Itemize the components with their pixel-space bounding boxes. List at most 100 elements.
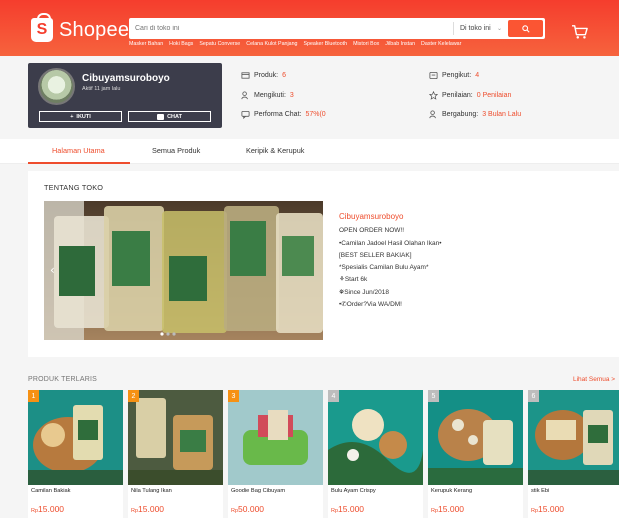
about-shop-name: Cibuyamsuroboyo [339,212,404,221]
currency: Rp [331,508,339,514]
star-icon [429,91,438,100]
active-tab-indicator [28,162,130,164]
product-image [228,390,323,485]
stat-followers-label: Pengikut: [442,72,472,79]
product-title: Bulu Ayam Crispy [331,488,376,494]
product-price: Rp15.000 [531,504,564,514]
cart-icon[interactable] [571,24,589,40]
keyword-link[interactable]: Daster Kelelawar [421,41,461,47]
tab-home[interactable]: Halaman Utama [52,146,105,155]
search-bar: Di toko ini ⌄ [129,18,545,39]
product-image [128,390,223,485]
price-value: 15.000 [38,504,65,514]
shop-banner-image[interactable]: ‹ [44,201,323,340]
shopping-bag-icon: S [31,13,53,42]
svg-text:‹: ‹ [50,263,55,277]
shop-profile-card: Cibuyamsuroboyo Aktif 11 jam lalu + IKUT… [28,63,222,128]
price-value: 15.000 [138,504,165,514]
product-title: stik Ebi [531,488,550,494]
rank-badge: 3 [228,390,239,402]
tab-chips-crackers[interactable]: Keripik & Kerupuk [246,146,304,155]
product-image [28,390,123,485]
product-image [528,390,619,485]
about-shop-description: Cibuyamsuroboyo OPEN ORDER NOW!! •Camila… [339,211,441,311]
keyword-link[interactable]: Celana Kulot Panjang [246,41,297,47]
shopee-logo[interactable]: S Shopee [31,13,130,42]
stat-products: Produk: 6 [241,71,286,80]
product-card[interactable]: 6 stik Ebi Rp15.000 [528,390,619,518]
stat-following: Mengikuti: 3 [241,91,294,100]
search-scope-dropdown[interactable]: Di toko ini ⌄ [453,22,508,35]
about-line: [BEST SELLER BAKIAK] [339,251,412,259]
about-line: *Spesialis Camilan Bulu Ayam* [339,264,429,272]
person-add-icon [241,91,248,100]
rank-badge: 1 [28,390,39,402]
keyword-link[interactable]: Hoki Bags [169,41,193,47]
product-card[interactable]: 1 Camilan Bakiak Rp15.000 [28,390,123,518]
follow-button[interactable]: + IKUTI [39,111,122,122]
stat-joined-label: Bergabung: [442,111,479,118]
keyword-link[interactable]: Sepatu Converse [199,41,240,47]
about-shop-section: TENTANG TOKO ‹ Cibuyamsuroboyo OPEN ORDE… [28,171,619,357]
chat-button[interactable]: CHAT [128,111,211,122]
currency: Rp [131,508,139,514]
plus-icon: + [70,113,74,120]
product-image [328,390,423,485]
product-card[interactable]: 5 Kerupuk Kerang Rp15.000 [428,390,523,518]
stat-ratings-value: 0 Penilaian [476,92,512,99]
brand-name: Shopee [59,18,130,41]
about-line: ⚘Start 6k [339,276,368,284]
keyword-link[interactable]: Mistori Box [353,41,379,47]
rank-badge: 5 [428,390,439,402]
product-image [428,390,523,485]
currency: Rp [531,508,539,514]
stat-joined: Bergabung: 3 Bulan Lalu [429,110,521,119]
person-check-icon [429,110,436,119]
price-value: 15.000 [438,504,465,514]
search-input[interactable] [129,18,453,39]
search-scope-label: Di toko ini [460,25,491,32]
price-value: 50.000 [238,504,265,514]
product-card[interactable]: 4 Bulu Ayam Crispy Rp15.000 [328,390,423,518]
rank-badge: 6 [528,390,539,402]
currency: Rp [431,508,439,514]
see-all-link[interactable]: Lihat Semua > [573,376,615,383]
followers-icon [429,71,438,80]
product-title: Goodie Bag Cibuyam [231,488,286,494]
search-button[interactable] [508,20,543,37]
search-icon [521,24,530,33]
about-shop-title: TENTANG TOKO [44,183,104,192]
rank-badge: 2 [128,390,139,402]
keyword-link[interactable]: Jilbab Instan [385,41,415,47]
currency: Rp [31,508,39,514]
price-value: 15.000 [538,504,565,514]
shop-avatar[interactable] [38,68,75,105]
stat-followers-value: 4 [475,72,480,79]
stat-joined-value: 3 Bulan Lalu [482,111,522,118]
stat-products-label: Produk: [254,72,279,79]
product-price: Rp15.000 [131,504,164,514]
stat-chat-value: 57%(0 [305,111,326,118]
product-price: Rp15.000 [31,504,64,514]
about-line: •Camilan Jadoel Hasil Olahan Ikan• [339,239,442,247]
shop-name: Cibuyamsuroboyo [82,73,170,84]
product-price: Rp50.000 [231,504,264,514]
best-seller-title: PRODUK TERLARIS [28,376,97,383]
stat-following-label: Mengikuti: [254,92,286,99]
shop-active-status: Aktif 11 jam lalu [82,86,121,92]
top-header: S Shopee Di toko ini ⌄ Masker Bahan Hoki… [0,0,619,56]
search-keyword-suggestions: Masker Bahan Hoki Bags Sepatu Converse C… [129,41,461,47]
keyword-link[interactable]: Masker Bahan [129,41,163,47]
banner-photo: ‹ [44,201,323,340]
currency: Rp [231,508,239,514]
store-icon [241,72,250,79]
tab-all-products[interactable]: Semua Produk [152,146,200,155]
chat-bubble-icon [241,110,250,119]
keyword-link[interactable]: Speaker Bluetooth [304,41,348,47]
product-title: Nila Tulang Ikan [131,488,172,494]
rank-badge: 4 [328,390,339,402]
stat-chat-label: Performa Chat: [254,111,302,118]
stat-followers: Pengikut: 4 [429,71,479,80]
product-card[interactable]: 3 Goodie Bag Cibuyam Rp50.000 [228,390,323,518]
product-card[interactable]: 2 Nila Tulang Ikan Rp15.000 [128,390,223,518]
